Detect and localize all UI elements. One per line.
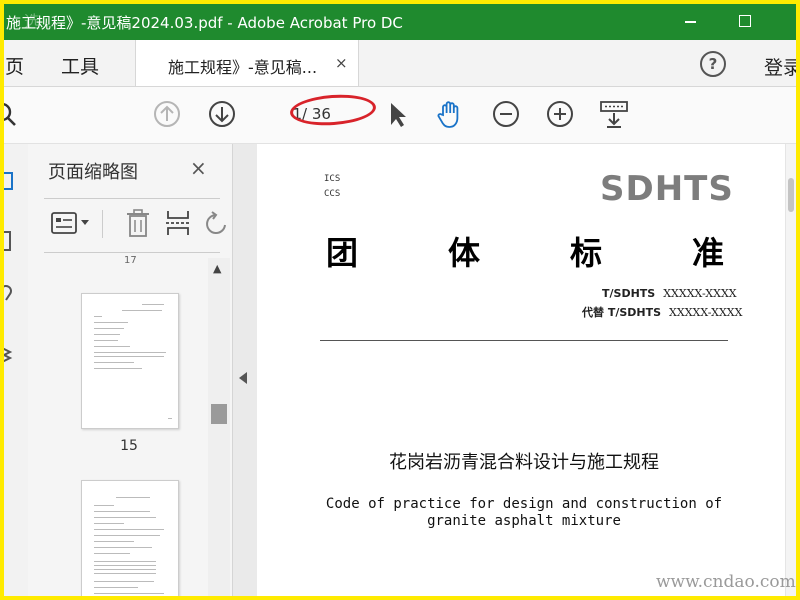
document-title-cn: 花岗岩沥青混合料设计与施工规程 bbox=[389, 452, 659, 473]
replaces-label: 代替 T/SDHTS bbox=[582, 306, 662, 319]
org-logo-text: SDHTS bbox=[600, 169, 734, 209]
keyboard-input-icon[interactable] bbox=[598, 98, 630, 130]
toolbar: 1 / 36 bbox=[4, 87, 796, 144]
window-title: 施工规程》-意见稿2024.03.pdf - Adobe Acrobat Pro… bbox=[6, 14, 403, 32]
scroll-up-icon[interactable]: ▲ bbox=[213, 262, 221, 275]
page-thumbnail[interactable] bbox=[81, 480, 179, 596]
acrobat-window: 施工规程》-意见稿2024.03.pdf - Adobe Acrobat Pro… bbox=[4, 4, 796, 596]
document-scrollbar-thumb[interactable] bbox=[788, 178, 794, 212]
standard-number: T/SDHTS XXXXX-XXXX bbox=[602, 287, 737, 300]
category-char: 团 bbox=[326, 234, 359, 272]
split-page-icon[interactable] bbox=[164, 208, 192, 242]
scrollbar-thumb[interactable] bbox=[211, 404, 227, 424]
attachments-icon[interactable] bbox=[4, 284, 26, 306]
ics-label: ICS bbox=[324, 174, 341, 184]
thumbnail-panel: 页面缩略图 × 17 15 ▲ bbox=[28, 144, 233, 596]
standard-number-value: XXXXX-XXXX bbox=[663, 287, 737, 300]
bookmarks-icon[interactable] bbox=[4, 230, 26, 252]
tab-home[interactable]: 主页 bbox=[4, 52, 24, 79]
next-page-icon[interactable] bbox=[206, 98, 238, 130]
header-rule bbox=[320, 340, 728, 341]
panel-divider bbox=[44, 198, 220, 199]
category-char: 标 bbox=[570, 234, 603, 272]
corner-watermark: 选 bbox=[24, 12, 41, 31]
zoom-in-icon[interactable] bbox=[544, 98, 576, 130]
site-watermark: www.cndao.com bbox=[656, 572, 796, 592]
title-bar: 施工规程》-意见稿2024.03.pdf - Adobe Acrobat Pro… bbox=[4, 4, 796, 40]
hand-tool-icon[interactable] bbox=[434, 98, 466, 130]
collapse-arrow-icon bbox=[239, 372, 247, 384]
page-thumbnail[interactable] bbox=[81, 293, 179, 429]
standard-number-label: T/SDHTS bbox=[602, 287, 656, 300]
page-thumbnails-icon[interactable] bbox=[4, 170, 26, 192]
zoom-out-icon[interactable] bbox=[490, 98, 522, 130]
ccs-label: CCS bbox=[324, 189, 341, 199]
panel-divider-2 bbox=[44, 252, 220, 253]
thumbnail-page-number: 15 bbox=[120, 438, 138, 454]
replaces-standard: 代替 T/SDHTS XXXXX-XXXX bbox=[582, 304, 742, 320]
panel-title: 页面缩略图 bbox=[48, 162, 138, 183]
thumbnail-options-button[interactable] bbox=[50, 208, 94, 242]
thumbnail-scrollbar[interactable]: ▲ bbox=[208, 258, 230, 596]
delete-page-icon[interactable] bbox=[124, 208, 152, 242]
document-title-en-line2: granite asphalt mixture bbox=[427, 513, 621, 529]
navigation-strip bbox=[4, 144, 29, 596]
search-icon[interactable] bbox=[4, 98, 22, 130]
category-char: 准 bbox=[692, 234, 725, 272]
collapse-panel-handle[interactable] bbox=[233, 144, 257, 596]
help-icon[interactable]: ? bbox=[700, 51, 726, 77]
tab-document[interactable]: 施工规程》-意见稿... × bbox=[135, 40, 359, 86]
document-scrollbar[interactable] bbox=[785, 144, 796, 596]
thumbnail-list: 15 bbox=[28, 254, 206, 596]
document-tab-label: 施工规程》-意见稿... bbox=[168, 58, 318, 77]
tab-tools[interactable]: 工具 bbox=[61, 52, 99, 79]
close-panel-button[interactable]: × bbox=[190, 156, 207, 180]
layers-icon[interactable] bbox=[4, 344, 26, 366]
document-title-en-line1: Code of practice for design and construc… bbox=[325, 496, 723, 512]
category-char: 体 bbox=[448, 234, 481, 272]
login-button[interactable]: 登录 bbox=[764, 53, 796, 80]
close-tab-button[interactable]: × bbox=[335, 54, 348, 72]
prev-page-icon[interactable] bbox=[151, 98, 183, 130]
select-cursor-icon[interactable] bbox=[382, 98, 414, 130]
minimize-button[interactable] bbox=[676, 8, 706, 34]
rotate-page-icon[interactable] bbox=[204, 208, 232, 242]
maximize-button[interactable] bbox=[730, 8, 760, 34]
tab-bar: 主页 工具 施工规程》-意见稿... × ? 登录 bbox=[4, 40, 796, 87]
toolbar-separator bbox=[102, 210, 103, 238]
replaces-value: XXXXX-XXXX bbox=[669, 306, 743, 319]
